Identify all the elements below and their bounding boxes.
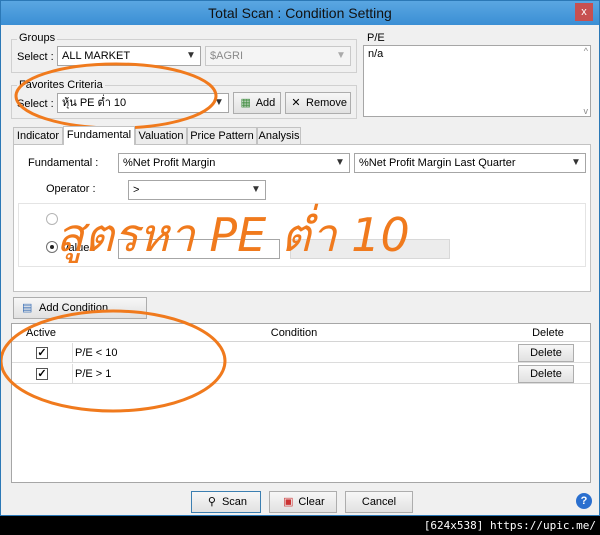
remove-favorite-button[interactable]: ✕ Remove xyxy=(285,92,351,114)
scan-label: Scan xyxy=(221,496,248,508)
chevron-down-icon: ▼ xyxy=(214,97,224,108)
add-criteria-icon: ▦ xyxy=(240,97,251,109)
condition-cell: P/E < 10 xyxy=(72,343,512,363)
clear-button[interactable]: ▣ Clear xyxy=(269,491,337,513)
close-button[interactable]: x xyxy=(575,3,593,21)
favorites-select[interactable]: หุ้น PE ต่ำ 10 ▼ xyxy=(57,93,229,113)
operator-label: Operator : xyxy=(46,183,96,195)
title-bar: Total Scan : Condition Setting x xyxy=(1,1,599,25)
fundamental-label: Fundamental : xyxy=(28,157,99,169)
chevron-down-icon: ▼ xyxy=(335,157,345,168)
fundamental-field-value: %Net Profit Margin xyxy=(123,157,216,169)
groups-label: Groups xyxy=(17,32,58,44)
market-select[interactable]: ALL MARKET ▼ xyxy=(57,46,201,66)
groups-select-label: Select : xyxy=(17,51,54,63)
chevron-down-icon: ▼ xyxy=(336,50,346,61)
tab-indicator[interactable]: Indicator xyxy=(13,127,63,144)
active-checkbox[interactable]: ✓ xyxy=(36,368,48,380)
sector-select[interactable]: $AGRI ▼ xyxy=(205,46,351,66)
fundamental-compare-select[interactable]: %Net Profit Margin Last Quarter ▼ xyxy=(354,153,586,173)
active-checkbox[interactable]: ✓ xyxy=(36,347,48,359)
help-icon[interactable]: ? xyxy=(576,493,592,509)
pe-label: P/E xyxy=(367,32,385,44)
tab-analysis[interactable]: Analysis xyxy=(257,127,301,144)
condition-setting-window: Total Scan : Condition Setting x Groups … xyxy=(0,0,600,516)
add-condition-label: Add Condition xyxy=(39,302,109,314)
scroll-up-icon[interactable]: ^ xyxy=(584,46,588,56)
cancel-button[interactable]: Cancel xyxy=(345,491,413,513)
add-condition-icon: ▤ xyxy=(22,302,33,314)
tab-price-pattern[interactable]: Price Pattern xyxy=(187,127,257,144)
remove-favorite-label: Remove xyxy=(306,97,347,109)
chevron-down-icon: ▼ xyxy=(571,157,581,168)
conditions-table: Active Condition Delete ✓ P/E < 10 Delet… xyxy=(11,323,591,483)
table-row: ✓ P/E < 10 Delete xyxy=(12,343,590,363)
condition-column-header: Condition xyxy=(270,327,318,339)
add-favorite-button[interactable]: ▦ Add xyxy=(233,92,281,114)
scroll-down-icon[interactable]: v xyxy=(584,106,589,116)
eraser-icon: ▣ xyxy=(283,496,294,508)
delete-column-header: Delete xyxy=(532,327,564,339)
table-header: Active Condition Delete xyxy=(12,324,590,342)
pe-textarea[interactable]: n/a ^ v xyxy=(363,45,591,117)
status-bar: [624x538] https://upic.me/ xyxy=(0,516,600,535)
operator-select[interactable]: > ▼ xyxy=(128,180,266,200)
sector-select-value: $AGRI xyxy=(210,50,244,62)
operator-value: > xyxy=(133,184,140,196)
chevron-down-icon: ▼ xyxy=(186,50,196,61)
annotation-text: สูตรหา PE ต่ำ 10 xyxy=(56,208,410,262)
pe-value: n/a xyxy=(368,48,384,60)
market-select-value: ALL MARKET xyxy=(62,50,131,62)
favorites-label: Favorites Criteria xyxy=(17,79,105,91)
chevron-down-icon: ▼ xyxy=(251,184,261,195)
add-favorite-label: Add xyxy=(255,97,276,109)
delete-row-button[interactable]: Delete xyxy=(518,344,574,362)
remove-x-icon: ✕ xyxy=(291,97,301,109)
window-title: Total Scan : Condition Setting xyxy=(208,5,392,21)
scan-button[interactable]: ⚲ Scan xyxy=(191,491,261,513)
favorites-select-value: หุ้น PE ต่ำ 10 xyxy=(62,97,127,109)
active-column-header: Active xyxy=(26,327,56,339)
fundamental-field-select[interactable]: %Net Profit Margin ▼ xyxy=(118,153,350,173)
delete-row-button[interactable]: Delete xyxy=(518,365,574,383)
tab-valuation[interactable]: Valuation xyxy=(135,127,187,144)
clear-label: Clear xyxy=(298,496,325,508)
add-condition-button[interactable]: ▤ Add Condition xyxy=(13,297,147,319)
table-row: ✓ P/E > 1 Delete xyxy=(12,364,590,384)
tab-fundamental[interactable]: Fundamental xyxy=(63,126,135,145)
favorites-select-label: Select : xyxy=(17,98,54,110)
condition-cell: P/E > 1 xyxy=(72,364,512,384)
fundamental-compare-value: %Net Profit Margin Last Quarter xyxy=(359,157,516,169)
magnifier-icon: ⚲ xyxy=(207,496,216,508)
